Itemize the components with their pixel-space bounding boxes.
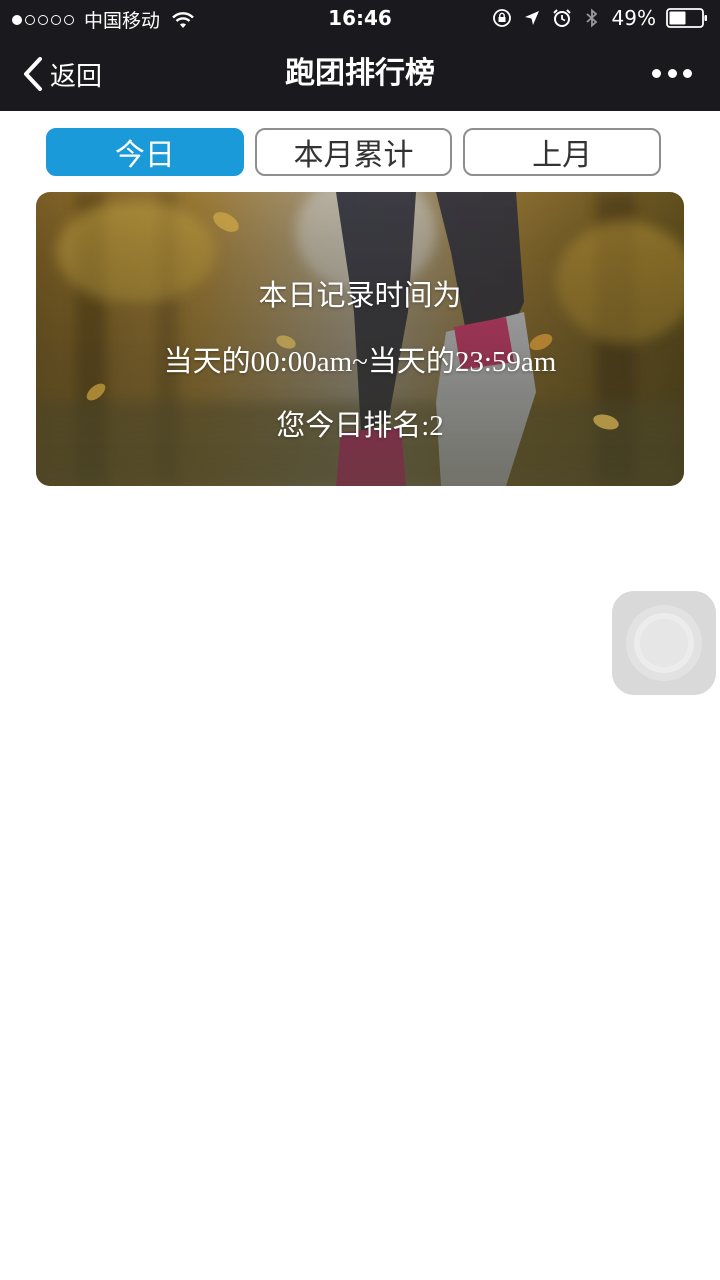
rotation-lock-icon [492,9,511,27]
status-bar: 中国移动 16:46 49% [0,0,720,36]
bluetooth-icon [585,8,597,28]
more-button[interactable] [652,62,692,84]
today-rank: 您今日排名:2 [276,410,444,442]
tab-last-month[interactable]: 上月 [463,128,662,176]
tab-today[interactable]: 今日 [46,128,244,176]
page-title: 跑团排行榜 [285,56,435,91]
more-dots-icon [652,68,661,78]
assistive-touch-button[interactable] [612,591,716,695]
ranking-tabs: 今日 本月累计 上月 [46,128,662,176]
ranking-banner: 本日记录时间为 当天的00:00am~当天的23:59am 您今日排名:2 [36,192,684,486]
battery-percent: 49% [611,6,656,30]
record-time-range: 当天的00:00am~当天的23:59am [163,346,557,378]
record-time-heading: 本日记录时间为 [258,280,462,312]
status-right: 49% [492,6,708,30]
assistive-touch-icon [640,619,688,667]
nav-bar: 返回 跑团排行榜 [0,36,720,111]
tab-this-month[interactable]: 本月累计 [254,128,453,176]
location-arrow-icon [524,11,539,25]
alarm-icon [552,9,571,27]
battery-icon [666,8,707,28]
